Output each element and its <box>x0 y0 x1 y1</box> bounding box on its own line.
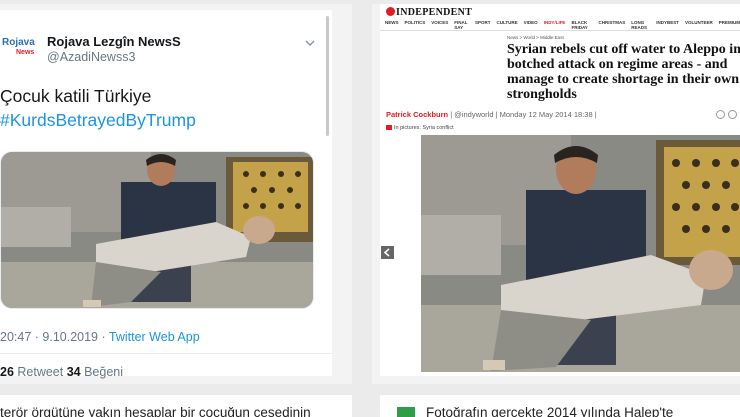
scrollbar[interactable] <box>326 16 329 136</box>
site-logo[interactable]: INDEPENDENT <box>386 7 472 18</box>
retweet-count[interactable]: 26 <box>0 365 14 379</box>
article-byline: Patrick Cockburn | @indyworld | Monday 1… <box>386 110 597 119</box>
site-header: INDEPENDENT NEWS POLITICS VOICES FINAL S… <box>380 4 740 31</box>
nav-item[interactable]: FINAL SAY <box>454 20 469 30</box>
divider <box>0 353 332 354</box>
nav-item[interactable]: NEWS <box>385 20 399 30</box>
nav-item[interactable]: PREMIUM <box>719 20 740 30</box>
nav-item[interactable]: BLACK FRIDAY <box>571 20 592 30</box>
nav-item-active[interactable]: INDY/LIFE <box>544 20 566 30</box>
like-count[interactable]: 34 <box>67 365 81 379</box>
author-link[interactable]: Patrick Cockburn <box>386 110 448 119</box>
tweet-timestamp[interactable]: 20:47 · 9.10.2019 · Twitter Web App <box>0 330 200 344</box>
nav-item[interactable]: LONG READS <box>631 20 650 30</box>
nav-item[interactable]: VIDEO <box>524 20 538 30</box>
tweet-stats: 26 Retweet 34 Beğeni <box>0 365 124 379</box>
tweet-frame: Rojava News Rojava Lezgîn NewsS @AzadiNe… <box>0 4 352 384</box>
comment-icon[interactable] <box>728 110 737 119</box>
site-nav: NEWS POLITICS VOICES FINAL SAY SPORT CUL… <box>385 20 740 30</box>
account-logo[interactable]: Rojava News <box>2 38 40 58</box>
hashtag-link[interactable]: #KurdsBetrayedByTrump <box>0 110 196 131</box>
nav-item[interactable]: INDYBEST <box>656 20 679 30</box>
camera-icon <box>386 125 392 130</box>
tweet-photo[interactable] <box>0 151 314 309</box>
nav-item[interactable]: CULTURE <box>497 20 518 30</box>
chevron-down-icon[interactable] <box>303 36 317 50</box>
share-icon[interactable] <box>716 110 725 119</box>
breadcrumb[interactable]: News > World > Middle East <box>507 35 564 40</box>
share-buttons <box>716 110 737 119</box>
nav-item[interactable]: VOLUNTEER <box>685 20 713 30</box>
article-photo[interactable] <box>421 135 740 372</box>
nav-item[interactable]: VOICES <box>431 20 448 30</box>
user-handle[interactable]: @AzadiNewss3 <box>47 50 135 64</box>
caption-left: terör örgütüne yakın hesaplar bir çocuğu… <box>0 395 352 417</box>
article-headline: Syrian rebels cut off water to Aleppo in… <box>507 42 740 102</box>
nav-item[interactable]: SPORT <box>475 20 491 30</box>
display-name[interactable]: Rojava Lezgîn NewsS <box>47 34 181 49</box>
article-frame: INDEPENDENT NEWS POLITICS VOICES FINAL S… <box>372 4 740 384</box>
caption-right: Fotoğrafın gerçekte 2014 yılında Halep't… <box>380 395 740 417</box>
gallery-prev-button[interactable] <box>381 246 394 259</box>
nav-item[interactable]: POLITICS <box>405 20 426 30</box>
article-page: INDEPENDENT NEWS POLITICS VOICES FINAL S… <box>380 4 740 376</box>
source-app-link[interactable]: Twitter Web App <box>109 330 200 344</box>
in-pictures-link[interactable]: In pictures: Syria conflict <box>386 125 454 131</box>
nav-item[interactable]: CHRISTMAS <box>599 20 626 30</box>
tweet-card: Rojava News Rojava Lezgîn NewsS @AzadiNe… <box>0 10 332 379</box>
comparison-screenshot: Rojava News Rojava Lezgîn NewsS @AzadiNe… <box>0 0 740 417</box>
tweet-text: Çocuk katili Türkiye <box>0 86 152 106</box>
tweet-header: Rojava News Rojava Lezgîn NewsS @AzadiNe… <box>0 22 332 66</box>
check-icon <box>397 407 415 417</box>
logo-eagle-icon <box>386 7 395 16</box>
